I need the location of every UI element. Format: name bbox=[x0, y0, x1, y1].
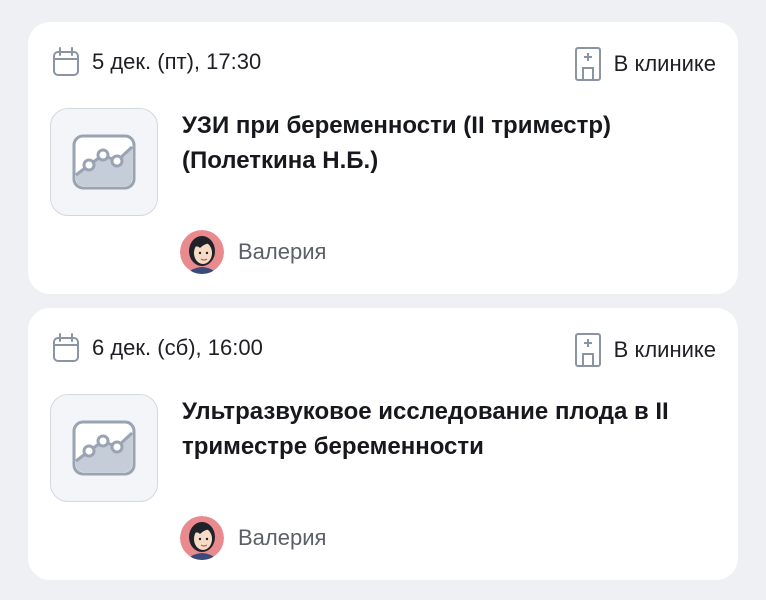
ultrasound-icon bbox=[72, 134, 136, 190]
service-thumbnail bbox=[50, 394, 158, 502]
appointment-place-text: В клинике bbox=[613, 337, 716, 362]
appointment-place: В клинике bbox=[574, 46, 716, 82]
service-title-line: триместре беременности bbox=[182, 433, 484, 460]
patient-info: Валерия bbox=[180, 516, 326, 560]
clinic-icon bbox=[574, 333, 601, 367]
avatar bbox=[180, 516, 224, 560]
calendar-icon bbox=[53, 47, 79, 76]
ultrasound-icon bbox=[72, 420, 136, 476]
patient-info: Валерия bbox=[180, 230, 326, 274]
appointment-card[interactable]: 6 дек. (сб), 16:00 В клинике Ультразвуко… bbox=[28, 308, 738, 580]
patient-name: Валерия bbox=[238, 525, 327, 550]
service-thumbnail bbox=[50, 108, 158, 216]
appointment-date-text: 6 дек. (сб), 16:00 bbox=[92, 335, 263, 360]
appointment-date: 5 дек. (пт), 17:30 bbox=[52, 46, 261, 78]
avatar bbox=[180, 230, 224, 274]
service-title-line: УЗИ при беременности (II триместр) bbox=[182, 112, 611, 139]
calendar-icon bbox=[53, 333, 79, 362]
appointment-place-text: В клинике bbox=[613, 51, 716, 76]
service-title-line: (Полеткина Н.Б.) bbox=[182, 147, 379, 174]
service-title: Ультразвуковое исследование плода в II т… bbox=[182, 394, 718, 464]
service-title-line: Ультразвуковое исследование плода в II bbox=[182, 398, 669, 425]
patient-name: Валерия bbox=[238, 239, 327, 264]
appointment-place: В клинике bbox=[574, 332, 716, 368]
clinic-icon bbox=[574, 47, 601, 81]
appointment-card[interactable]: 5 дек. (пт), 17:30 В клинике УЗИ при бер… bbox=[28, 22, 738, 294]
service-title: УЗИ при беременности (II триместр) (Поле… bbox=[182, 108, 718, 178]
appointment-date: 6 дек. (сб), 16:00 bbox=[52, 332, 263, 364]
appointment-date-text: 5 дек. (пт), 17:30 bbox=[92, 49, 262, 74]
